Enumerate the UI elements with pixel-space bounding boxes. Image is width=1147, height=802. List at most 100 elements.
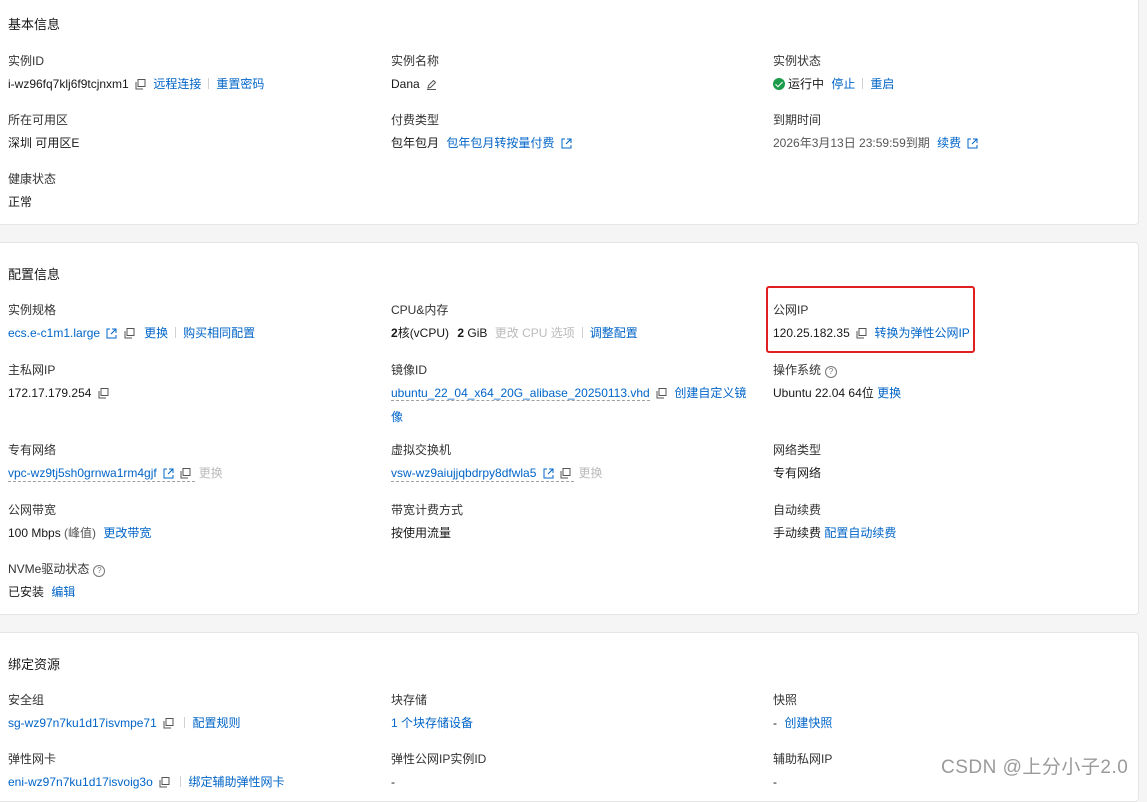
billing-label: 付费类型 [391, 113, 440, 127]
create-custom-image-link-wrap[interactable]: 像 [391, 410, 403, 424]
network-type-value: 专有网络 [773, 466, 822, 480]
change-bandwidth-link[interactable]: 更改带宽 [103, 526, 151, 540]
private-ip-value: 172.17.179.254 [8, 386, 92, 400]
billing-convert-link[interactable]: 包年包月转按量付费 [446, 136, 554, 150]
reset-password-link[interactable]: 重置密码 [216, 77, 264, 91]
bind-secondary-eni-link[interactable]: 绑定辅助弹性网卡 [188, 775, 284, 789]
eni-link[interactable]: eni-wz97n7ku1d17isvoig3o [8, 775, 153, 789]
stop-link[interactable]: 停止 [831, 77, 855, 91]
divider [862, 78, 864, 89]
field-bandwidth-billing: 带宽计费方式 按使用流量 [391, 502, 463, 542]
field-bandwidth: 公网带宽 100 Mbps (峰值) 更改带宽 [8, 502, 151, 542]
restart-link[interactable]: 重启 [870, 77, 894, 91]
external-link-icon[interactable] [967, 136, 978, 154]
section-title-config: 配置信息 [8, 267, 61, 282]
copy-icon[interactable] [135, 77, 146, 95]
spec-label: 实例规格 [8, 303, 57, 317]
eip-instance-label: 弹性公网IP实例ID [391, 752, 487, 766]
copy-icon[interactable] [560, 466, 571, 484]
block-storage-link[interactable]: 1 个块存储设备 [391, 716, 473, 730]
eip-instance-value: - [391, 775, 395, 789]
block-storage-label: 块存储 [391, 693, 428, 707]
section-title-basic: 基本信息 [8, 17, 61, 32]
security-group-label: 安全组 [8, 693, 45, 707]
copy-icon[interactable] [180, 466, 191, 484]
remote-connect-link[interactable]: 远程连接 [153, 77, 201, 91]
security-group-link[interactable]: sg-wz97n7ku1d17isvmpe71 [8, 716, 157, 730]
copy-icon[interactable] [98, 386, 109, 404]
health-value: 正常 [8, 195, 33, 209]
secondary-private-ip-label: 辅助私网IP [773, 752, 833, 766]
field-private-ip: 主私网IP 172.17.179.254 [8, 362, 109, 404]
create-snapshot-link[interactable]: 创建快照 [784, 716, 832, 730]
field-vpc: 专有网络 vpc-wz9tj5sh0grnwa1rm4gjf 更换 [8, 442, 223, 484]
field-os: 操作系统? Ubuntu 22.04 64位 更换 [773, 362, 901, 402]
instance-id-value: i-wz96fq7klj6f9tcjnxm1 [8, 77, 129, 91]
spec-link[interactable]: ecs.e-c1m1.large [8, 326, 100, 340]
create-custom-image-link[interactable]: 创建自定义镜 [674, 386, 746, 400]
buy-same-config-link[interactable]: 购买相同配置 [183, 326, 255, 340]
field-eip-instance: 弹性公网IP实例ID - [391, 751, 486, 791]
field-health: 健康状态 正常 [8, 171, 56, 211]
spec-change-link[interactable]: 更换 [144, 326, 168, 340]
running-check-icon [773, 78, 785, 90]
snapshot-label: 快照 [773, 693, 798, 707]
auto-renew-label: 自动续费 [773, 503, 822, 517]
instance-name-label: 实例名称 [391, 54, 440, 68]
cpu-count: 2 [391, 326, 398, 340]
copy-icon[interactable] [656, 386, 667, 404]
field-billing: 付费类型 包年包月 包年包月转按量付费 [391, 112, 572, 154]
help-icon[interactable]: ? [825, 366, 838, 378]
section-title-bind: 绑定资源 [8, 657, 61, 672]
bandwidth-billing-value: 按使用流量 [391, 526, 452, 540]
network-type-label: 网络类型 [773, 443, 822, 457]
divider [180, 776, 182, 787]
instance-name-value: Dana [391, 77, 420, 91]
vswitch-link[interactable]: vsw-wz9aiujjqbdrpy8dfwla5 [391, 466, 536, 480]
image-id-link[interactable]: ubuntu_22_04_x64_20G_alibase_20250113.vh… [391, 386, 650, 401]
field-image-id: 镜像ID ubuntu_22_04_x64_20G_alibase_202501… [391, 362, 746, 426]
renew-link[interactable]: 续费 [937, 136, 961, 150]
os-value: Ubuntu 22.04 64位 [773, 386, 874, 400]
zone-value: 深圳 可用区E [8, 136, 80, 150]
nvme-edit-link[interactable]: 编辑 [51, 585, 75, 599]
adjust-config-link[interactable]: 调整配置 [590, 326, 638, 340]
edit-pencil-icon[interactable] [426, 77, 437, 95]
field-auto-renew: 自动续费 手动续费 配置自动续费 [773, 502, 896, 542]
config-rules-link[interactable]: 配置规则 [192, 716, 240, 730]
divider [184, 717, 186, 728]
cpu-unit: 核(vCPU) [397, 326, 450, 340]
field-cpu-memory: CPU&内存 2核(vCPU) 2 GiB 更改 CPU 选项 调整配置 [391, 302, 638, 342]
external-link-icon[interactable] [561, 136, 572, 154]
config-auto-renew-link[interactable]: 配置自动续费 [824, 526, 896, 540]
vpc-link[interactable]: vpc-wz9tj5sh0grnwa1rm4gjf [8, 466, 157, 480]
memory-unit: GiB [467, 326, 488, 340]
help-icon[interactable]: ? [93, 565, 106, 577]
nvme-label: NVMe驱动状态 [8, 562, 90, 576]
external-link-icon[interactable] [106, 326, 117, 344]
field-expire: 到期时间 2026年3月13日 23:59:59到期 续费 [773, 112, 978, 154]
auto-renew-value: 手动续费 [773, 526, 822, 540]
eni-label: 弹性网卡 [8, 752, 57, 766]
expire-value: 2026年3月13日 23:59:59到期 [773, 136, 930, 150]
os-change-link[interactable]: 更换 [877, 386, 901, 400]
external-link-icon[interactable] [543, 466, 554, 484]
public-ip-highlight-box [766, 286, 975, 353]
copy-icon[interactable] [163, 716, 174, 734]
field-instance-name: 实例名称 Dana [391, 53, 439, 95]
health-label: 健康状态 [8, 172, 57, 186]
field-nvme: NVMe驱动状态? 已安装 编辑 [8, 561, 106, 601]
copy-icon[interactable] [159, 775, 170, 793]
bandwidth-label: 公网带宽 [8, 503, 57, 517]
vswitch-change-link[interactable]: 更换 [578, 466, 602, 480]
field-zone: 所在可用区 深圳 可用区E [8, 112, 79, 152]
bandwidth-value: 100 Mbps [8, 526, 61, 540]
vpc-change-link[interactable]: 更换 [199, 466, 223, 480]
expire-label: 到期时间 [773, 113, 822, 127]
csdn-watermark: CSDN @上分小子2.0 [941, 757, 1129, 778]
change-cpu-options-link[interactable]: 更改 CPU 选项 [495, 326, 575, 340]
copy-icon[interactable] [124, 326, 135, 344]
field-snapshot: 快照 - 创建快照 [773, 692, 832, 732]
status-value: 运行中 [788, 77, 825, 91]
external-link-icon[interactable] [163, 466, 174, 484]
